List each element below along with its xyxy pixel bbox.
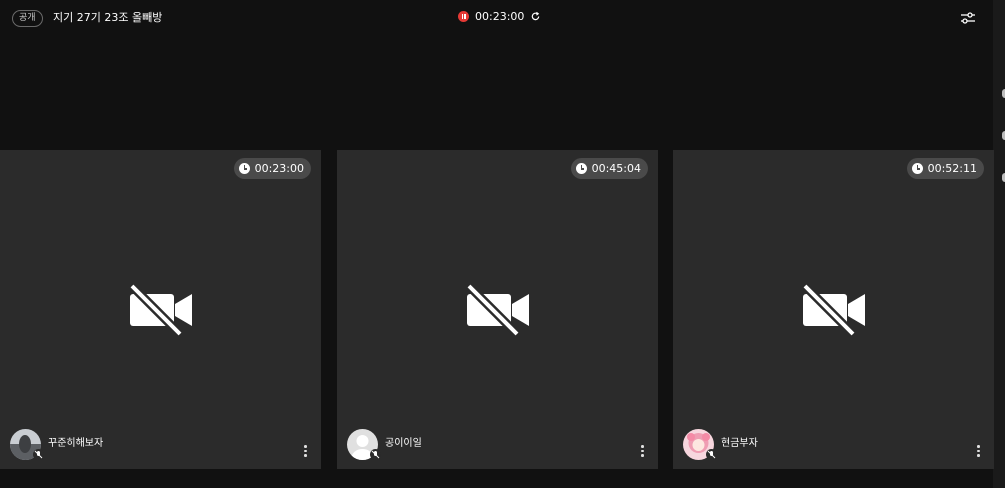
- mic-off-icon: [706, 449, 717, 460]
- more-options-icon[interactable]: [640, 445, 644, 459]
- clock-icon: [575, 163, 587, 174]
- study-timer: 00:45:04: [570, 158, 648, 179]
- room-title: 지기 27기 23조 올빼방: [53, 11, 163, 24]
- participant-tile[interactable]: 00:52:11 현금부자: [673, 150, 994, 469]
- side-scroll-strip: [993, 0, 1005, 488]
- participant-name: 현금부자: [721, 438, 758, 449]
- study-timer: 00:52:11: [906, 158, 984, 179]
- recording-time: 00:23:00: [475, 10, 525, 23]
- visibility-badge: 공개: [12, 10, 43, 27]
- participant-tile[interactable]: 00:23:00 꾸준히해보자: [0, 150, 321, 469]
- participant-name: 공이이일: [385, 438, 422, 449]
- mic-off-icon: [33, 449, 44, 460]
- participant-tile[interactable]: 00:45:04 공이이일: [337, 150, 658, 469]
- mic-off-icon: [370, 449, 381, 460]
- clock-icon: [238, 163, 250, 174]
- camera-off-icon: [128, 284, 192, 336]
- study-timer: 00:23:00: [233, 158, 311, 179]
- study-timer-value: 00:23:00: [254, 162, 304, 175]
- study-timer-value: 00:52:11: [927, 162, 977, 175]
- study-timer-value: 00:45:04: [591, 162, 641, 175]
- more-options-icon[interactable]: [976, 445, 980, 459]
- top-bar: 공개 지기 27기 23조 올빼방 00:23:00: [0, 0, 993, 36]
- refresh-icon[interactable]: [530, 11, 541, 22]
- recording-status: 00:23:00: [458, 10, 541, 23]
- clock-icon: [911, 163, 923, 174]
- camera-off-icon: [801, 284, 865, 336]
- participant-name: 꾸준히해보자: [48, 438, 104, 449]
- settings-sliders-icon[interactable]: [960, 10, 976, 26]
- pause-record-icon[interactable]: [458, 11, 469, 22]
- camera-off-icon: [465, 284, 529, 336]
- more-options-icon[interactable]: [303, 445, 307, 459]
